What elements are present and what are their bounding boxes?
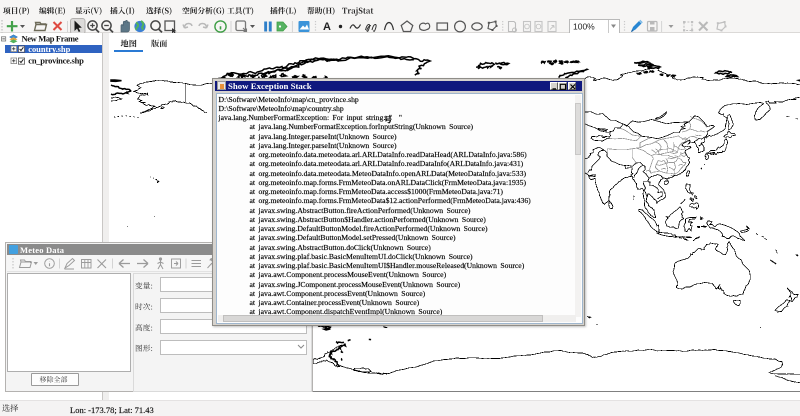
svg-text:New Map Frame: New Map Frame (22, 34, 79, 44)
svg-text:100%: 100% (573, 22, 595, 32)
svg-text:country.shp: country.shp (28, 44, 70, 54)
svg-text:cn_province.shp: cn_province.shp (28, 56, 84, 66)
svg-text:A: A (323, 21, 331, 33)
